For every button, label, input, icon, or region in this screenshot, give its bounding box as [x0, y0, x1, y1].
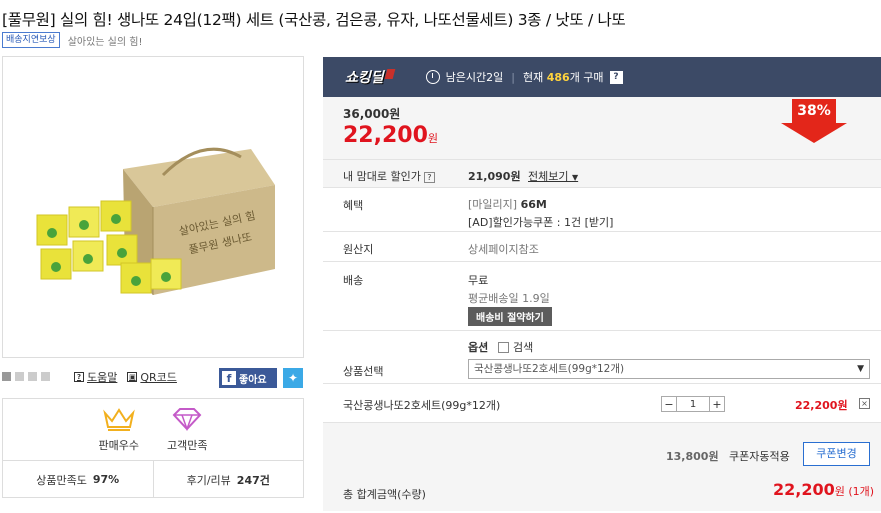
product-image[interactable]: 살아있는 실의 힘 풀무원 생나또	[2, 56, 304, 358]
question-icon[interactable]: ?	[609, 70, 623, 84]
award-satisfaction: 고객만족	[167, 407, 207, 460]
qr-link[interactable]: ▣ QR코드	[127, 369, 177, 385]
quantity-input[interactable]: 1	[677, 396, 709, 412]
help-link[interactable]: ? 도움말	[74, 369, 117, 385]
image-thumbnails	[2, 372, 50, 381]
rating-summary: 상품만족도 97%	[3, 461, 153, 498]
thumb-3[interactable]	[28, 372, 37, 381]
help-link-label: 도움말	[87, 371, 118, 384]
sale-price-value: 22,200	[343, 123, 428, 148]
rating-label: 상품만족도	[36, 473, 87, 487]
option-select-value: 국산콩생나또2호세트(99g*12개)	[474, 363, 625, 375]
quantity-minus-button[interactable]: −	[661, 396, 677, 412]
quantity-plus-button[interactable]: +	[709, 396, 725, 412]
purchase-panel: 쇼킹딜 남은시간2일 | 현재 486 개 구매 ? 36,000원 22,200…	[323, 57, 881, 513]
sale-price: 22,200원	[343, 123, 438, 148]
selected-item-row: 국산콩생나또2호세트(99g*12개) − 1 + 22,200원 ×	[323, 384, 881, 423]
diamond-icon	[172, 408, 202, 431]
discount-badge: 38%	[781, 99, 847, 143]
sale-price-won: 원	[427, 132, 439, 145]
shipping-fee: 무료	[468, 274, 489, 287]
qr-icon: ▣	[127, 372, 138, 382]
origin-label: 원산지	[343, 243, 374, 256]
benefit-label: 혜택	[343, 199, 364, 212]
deal-header: 쇼킹딜 남은시간2일 | 현재 486 개 구매 ?	[323, 57, 881, 97]
original-price: 36,000원	[343, 107, 401, 121]
facebook-like-label: 좋아요	[239, 374, 267, 386]
coupon-info[interactable]: [AD]할인가능쿠폰 : 1건 [받기]	[468, 214, 613, 230]
product-slogan: 살아있는 실의 힘!	[67, 36, 143, 48]
time-left: 남은시간2일	[445, 71, 504, 84]
product-title: [풀무원] 실의 힘! 생나또 24입(12팩) 세트 (국산콩, 검은콩, 유…	[2, 11, 626, 29]
coupon-auto-applied: 쿠폰자동적용	[729, 450, 790, 463]
search-checkbox[interactable]	[498, 341, 509, 353]
benefit-row: 혜택 [마일리지] 66M [AD]할인가능쿠폰 : 1건 [받기]	[323, 188, 881, 232]
crown-icon	[102, 408, 135, 431]
shocking-deal-logo: 쇼킹딜	[345, 67, 390, 87]
review-summary[interactable]: 후기/리뷰 247건	[152, 461, 304, 498]
clock-icon	[425, 70, 440, 84]
option-search[interactable]: 검색	[492, 339, 533, 355]
question-icon[interactable]: ?	[423, 172, 435, 183]
shipping-avg: 평균배송일 1.9일	[468, 292, 550, 305]
shipping-row: 배송 무료 평균배송일 1.9일 배송비 절약하기	[323, 262, 881, 331]
my-discount-label: 내 맘대로 할인가?	[343, 168, 435, 184]
price-box: 36,000원 22,200원 38%	[323, 97, 881, 160]
rating-value: 97%	[92, 473, 120, 486]
awards-box: 판매우수 고객만족 상품만족도 97% 후기/리뷰 247건	[2, 398, 304, 498]
chevron-down-icon: ▼	[571, 173, 579, 182]
purchase-count: 486	[546, 70, 570, 84]
option-select[interactable]: 국산콩생나또2호세트(99g*12개) ▼	[468, 359, 870, 379]
thumb-2[interactable]	[15, 372, 24, 381]
review-value: 247건	[236, 473, 270, 487]
view-all-link[interactable]: 전체보기 ▼	[528, 168, 578, 184]
thumb-4[interactable]	[41, 372, 50, 381]
image-links: ? 도움말 ▣ QR코드	[74, 369, 177, 385]
subtitle-row: 배송지연보상 살아있는 실의 힘!	[2, 32, 142, 48]
coupon-discount-amount: 13,800원	[666, 450, 719, 463]
facebook-icon: f	[222, 371, 236, 385]
purchase-count-unit: 개 구매	[569, 71, 604, 84]
remove-item-button[interactable]: ×	[859, 398, 870, 409]
award-best-seller: 판매우수	[99, 407, 139, 460]
twitter-icon: ✦	[287, 371, 299, 385]
header-divider: |	[511, 70, 515, 84]
mileage: [마일리지] 66M	[468, 198, 547, 211]
thumb-1[interactable]	[2, 372, 11, 381]
total-label: 총 합계금액(수량)	[343, 488, 426, 501]
twitter-share-button[interactable]: ✦	[283, 368, 303, 388]
selected-item-name: 국산콩생나또2호세트(99g*12개)	[343, 399, 501, 412]
help-icon: ?	[74, 372, 84, 382]
purchase-count-label: 현재	[522, 71, 544, 84]
origin-row: 원산지 상세페이지참조	[323, 232, 881, 262]
review-label: 후기/리뷰	[186, 473, 231, 487]
award-best-seller-label: 판매우수	[98, 439, 139, 452]
option-row: 상품선택 옵션 검색 국산콩생나또2호세트(99g*12개) ▼	[323, 331, 881, 384]
product-photo: 살아있는 실의 힘 풀무원 생나또	[36, 147, 275, 295]
facebook-like-button[interactable]: f 좋아요	[219, 368, 277, 388]
save-shipping-button[interactable]: 배송비 절약하기	[468, 307, 552, 326]
qr-link-label: QR코드	[140, 371, 177, 384]
my-discount-row: 내 맘대로 할인가? 21,090원 전체보기 ▼	[323, 160, 881, 188]
coupon-change-button[interactable]: 쿠폰변경	[803, 442, 870, 466]
down-arrow-icon	[781, 123, 847, 143]
shipping-label: 배송	[343, 274, 364, 287]
origin-value: 상세페이지참조	[468, 243, 539, 256]
total-amount: 22,200원 (1개)	[773, 480, 875, 499]
delivery-delay-badge[interactable]: 배송지연보상	[2, 32, 60, 48]
total-box: 13,800원 쿠폰자동적용 쿠폰변경 총 합계금액(수량) 22,200원 (…	[323, 423, 881, 511]
selected-item-price: 22,200원	[795, 399, 848, 412]
my-discount-value: 21,090원	[468, 170, 521, 183]
option-heading: 옵션	[468, 341, 489, 354]
discount-rate: 38%	[792, 99, 836, 123]
chevron-down-icon: ▼	[857, 364, 864, 374]
quantity-stepper: − 1 +	[661, 396, 725, 412]
award-satisfaction-label: 고객만족	[167, 439, 208, 452]
option-label: 상품선택	[343, 365, 384, 378]
